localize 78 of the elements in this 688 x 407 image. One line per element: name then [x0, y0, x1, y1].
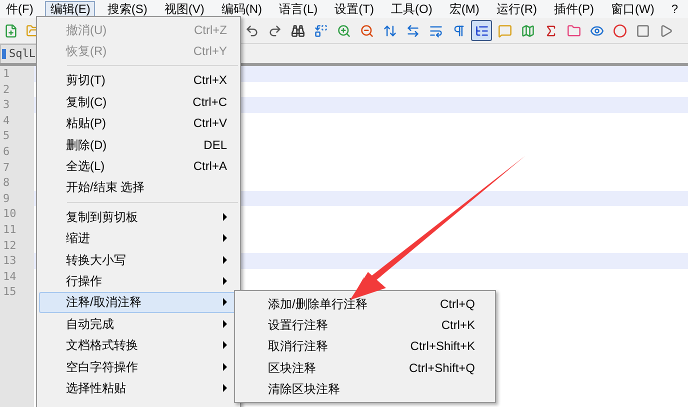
menu-entry[interactable]: 开始/结束 选择	[39, 176, 238, 198]
menu-item[interactable]: 搜索(S)	[102, 0, 152, 18]
line-number: 10	[0, 206, 34, 222]
menu-item[interactable]: 窗口(W)	[606, 0, 660, 18]
line-number: 13	[0, 253, 34, 269]
menu-entry[interactable]: 取消行注释 Ctrl+Shift+K	[235, 336, 495, 358]
menu-entry[interactable]: 设置行注释 Ctrl+K	[235, 314, 495, 336]
menu-entry[interactable]: 复制到剪切板	[39, 206, 238, 228]
menu-item[interactable]: 设置(T)	[330, 0, 379, 18]
line-number: 12	[0, 238, 34, 254]
menu-entry[interactable]: 区块注释 Ctrl+Shift+Q	[235, 357, 495, 379]
line-number: 4	[0, 112, 34, 128]
new-file-icon	[4, 24, 18, 38]
menu-entry[interactable]: 复制(C) Ctrl+C	[39, 91, 238, 113]
record-icon	[612, 24, 626, 38]
submenu-arrow-icon	[223, 256, 227, 264]
line-number: 14	[0, 268, 34, 284]
line-number: 9	[0, 190, 34, 206]
eye-icon	[590, 24, 604, 38]
submenu-arrow-icon	[223, 341, 227, 350]
line-number: 7	[0, 160, 34, 176]
pilcrow-icon	[452, 24, 466, 38]
menu-entry[interactable]: 删除(D) DEL	[39, 134, 238, 156]
tab-label: SqlL	[9, 46, 36, 62]
line-number: 1	[0, 66, 34, 82]
menu-entry[interactable]: 空白字符操作	[39, 356, 238, 378]
toolbar-button[interactable]	[471, 20, 492, 41]
menu-item[interactable]: 语言(L)	[274, 0, 323, 18]
submenu-arrow-icon	[223, 362, 227, 371]
menu-item[interactable]: 编码(N)	[216, 0, 267, 18]
undo-icon	[244, 24, 258, 38]
menu-entry[interactable]: 缩进	[39, 228, 238, 249]
menu-item[interactable]: 工具(O)	[386, 0, 438, 18]
menu-item[interactable]: 宏(M)	[444, 0, 484, 18]
vertical-arrows-icon	[382, 24, 396, 38]
zoom-in-icon	[336, 24, 350, 38]
menu-item[interactable]: 运行(R)	[491, 0, 542, 18]
line-number: 6	[0, 144, 34, 160]
stop-icon	[636, 24, 650, 38]
folder-icon	[566, 24, 580, 38]
menu-item[interactable]: 编辑(E)	[45, 0, 96, 18]
line-number: 3	[0, 97, 34, 113]
zoom-out-icon	[360, 24, 374, 38]
line-number: 5	[0, 128, 34, 144]
binoculars-icon	[290, 24, 304, 38]
menu-item[interactable]: 插件(P)	[549, 0, 599, 18]
play-icon	[658, 24, 672, 38]
menu-entry[interactable]: 粘贴(P) Ctrl+V	[39, 112, 238, 134]
redo-icon	[268, 24, 282, 38]
replace-icon	[314, 24, 328, 38]
speech-bubble-icon	[498, 24, 512, 38]
map-icon	[520, 24, 534, 38]
line-number: 15	[0, 284, 34, 300]
menu-entry[interactable]: 转换大小写	[39, 248, 238, 270]
submenu-arrow-icon	[223, 384, 227, 392]
menu-entry[interactable]: 选择性粘贴	[39, 377, 238, 399]
line-number: 8	[0, 175, 34, 191]
menu-entry[interactable]: 剪切(T) Ctrl+X	[39, 70, 238, 92]
menu-entry[interactable]: 自动完成	[39, 313, 238, 334]
menu-entry[interactable]: 文档格式转换	[39, 334, 238, 356]
wrap-text-icon	[428, 24, 442, 38]
indent-lines-icon	[474, 24, 488, 38]
line-number: 2	[0, 82, 34, 98]
submenu-arrow-icon	[223, 234, 227, 242]
menu-entry[interactable]: 行操作	[39, 270, 238, 292]
submenu-arrow-icon	[223, 276, 227, 285]
menu-item[interactable]: 视图(V)	[159, 0, 210, 18]
line-number: 11	[0, 222, 34, 238]
menu-entry[interactable]: 全选(L) Ctrl+A	[39, 155, 238, 177]
submenu-arrow-icon	[223, 320, 227, 328]
menu-entry[interactable]: 添加/删除单行注释 Ctrl+Q	[235, 293, 495, 314]
file-icon	[2, 49, 6, 59]
horizontal-arrows-icon	[406, 24, 420, 38]
submenu-arrow-icon	[223, 298, 227, 306]
menu-entry[interactable]: 清除区块注释	[235, 378, 495, 400]
menu-item[interactable]: ?	[666, 0, 684, 18]
submenu-arrow-icon	[223, 212, 227, 221]
menu-item[interactable]: 件(F)	[1, 0, 38, 18]
